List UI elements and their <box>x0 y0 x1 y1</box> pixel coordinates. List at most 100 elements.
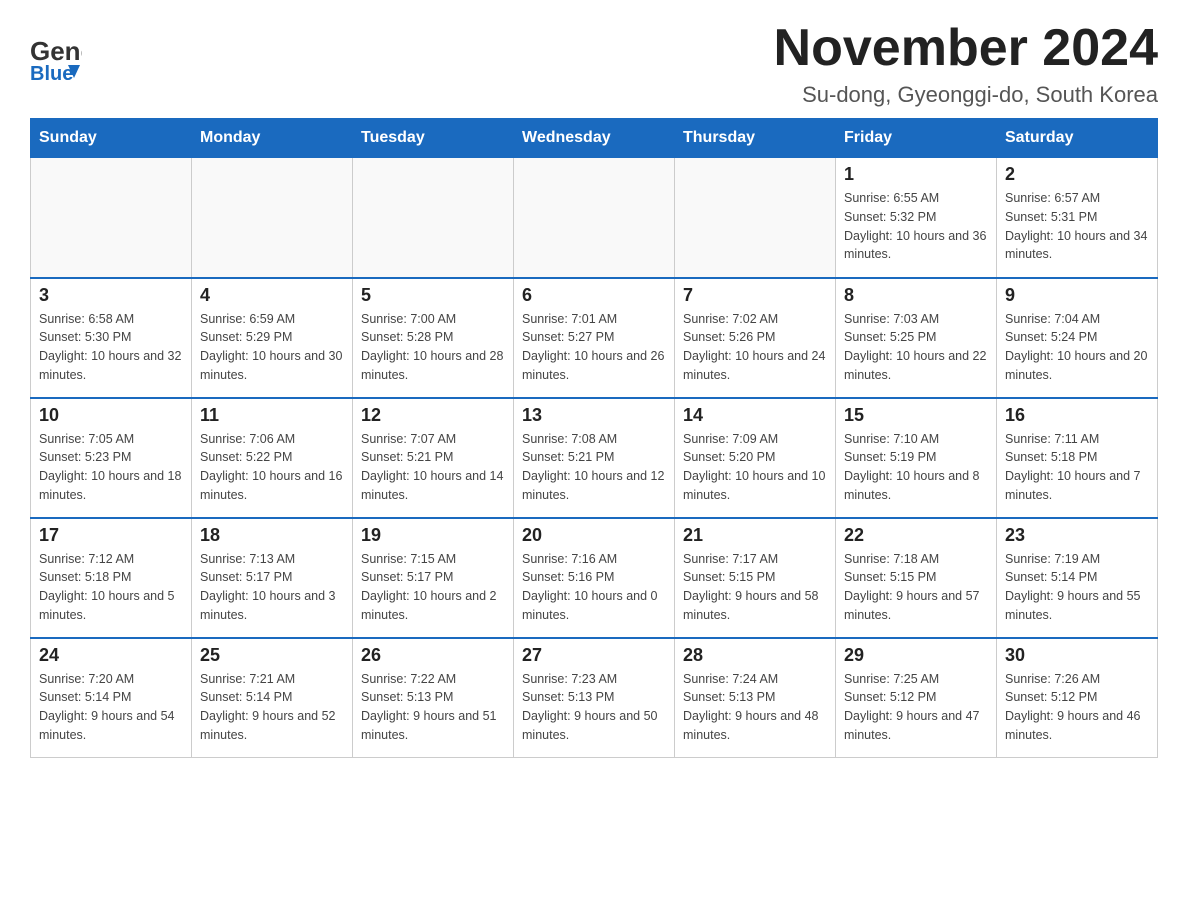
day-info: Sunrise: 7:04 AMSunset: 5:24 PMDaylight:… <box>1005 310 1149 385</box>
day-info: Sunrise: 7:15 AMSunset: 5:17 PMDaylight:… <box>361 550 505 625</box>
day-number: 22 <box>844 525 988 546</box>
calendar-day: 16 Sunrise: 7:11 AMSunset: 5:18 PMDayligh… <box>997 398 1158 518</box>
calendar-day <box>31 158 192 278</box>
col-saturday: Saturday <box>997 119 1158 158</box>
day-number: 1 <box>844 164 988 185</box>
day-number: 3 <box>39 285 183 306</box>
day-number: 5 <box>361 285 505 306</box>
day-number: 6 <box>522 285 666 306</box>
day-number: 4 <box>200 285 344 306</box>
day-number: 15 <box>844 405 988 426</box>
day-info: Sunrise: 7:10 AMSunset: 5:19 PMDaylight:… <box>844 430 988 505</box>
day-info: Sunrise: 7:19 AMSunset: 5:14 PMDaylight:… <box>1005 550 1149 625</box>
day-info: Sunrise: 7:16 AMSunset: 5:16 PMDaylight:… <box>522 550 666 625</box>
main-title: November 2024 <box>774 20 1158 77</box>
day-info: Sunrise: 7:11 AMSunset: 5:18 PMDaylight:… <box>1005 430 1149 505</box>
day-info: Sunrise: 7:21 AMSunset: 5:14 PMDaylight:… <box>200 670 344 745</box>
day-info: Sunrise: 7:07 AMSunset: 5:21 PMDaylight:… <box>361 430 505 505</box>
day-info: Sunrise: 7:02 AMSunset: 5:26 PMDaylight:… <box>683 310 827 385</box>
calendar-week-2: 3Sunrise: 6:58 AMSunset: 5:30 PMDaylight… <box>31 278 1158 398</box>
day-info: Sunrise: 7:20 AMSunset: 5:14 PMDaylight:… <box>39 670 183 745</box>
day-number: 7 <box>683 285 827 306</box>
svg-text:General: General <box>30 36 82 66</box>
day-info: Sunrise: 7:12 AMSunset: 5:18 PMDaylight:… <box>39 550 183 625</box>
day-number: 27 <box>522 645 666 666</box>
day-info: Sunrise: 7:13 AMSunset: 5:17 PMDaylight:… <box>200 550 344 625</box>
col-monday: Monday <box>192 119 353 158</box>
calendar-day: 2 Sunrise: 6:57 AMSunset: 5:31 PMDaylight… <box>997 158 1158 278</box>
calendar-day: 28 Sunrise: 7:24 AMSunset: 5:13 PMDayligh… <box>675 638 836 758</box>
day-info: Sunrise: 7:24 AMSunset: 5:13 PMDaylight:… <box>683 670 827 745</box>
calendar-day: 8 Sunrise: 7:03 AMSunset: 5:25 PMDaylight… <box>836 278 997 398</box>
calendar-day <box>353 158 514 278</box>
title-section: November 2024 Su-dong, Gyeonggi-do, Sout… <box>774 20 1158 108</box>
day-number: 23 <box>1005 525 1149 546</box>
calendar-day: 27 Sunrise: 7:23 AMSunset: 5:13 PMDayligh… <box>514 638 675 758</box>
day-number: 26 <box>361 645 505 666</box>
day-number: 10 <box>39 405 183 426</box>
calendar-day: 3Sunrise: 6:58 AMSunset: 5:30 PMDaylight… <box>31 278 192 398</box>
day-number: 30 <box>1005 645 1149 666</box>
day-number: 24 <box>39 645 183 666</box>
day-info: Sunrise: 6:55 AMSunset: 5:32 PMDaylight:… <box>844 189 988 264</box>
calendar-day: 10 Sunrise: 7:05 AMSunset: 5:23 PMDayligh… <box>31 398 192 518</box>
col-sunday: Sunday <box>31 119 192 158</box>
calendar-day: 7 Sunrise: 7:02 AMSunset: 5:26 PMDaylight… <box>675 278 836 398</box>
day-info: Sunrise: 7:17 AMSunset: 5:15 PMDaylight:… <box>683 550 827 625</box>
day-info: Sunrise: 7:18 AMSunset: 5:15 PMDaylight:… <box>844 550 988 625</box>
day-number: 17 <box>39 525 183 546</box>
calendar-day: 23 Sunrise: 7:19 AMSunset: 5:14 PMDayligh… <box>997 518 1158 638</box>
calendar-day: 19 Sunrise: 7:15 AMSunset: 5:17 PMDayligh… <box>353 518 514 638</box>
day-info: Sunrise: 7:23 AMSunset: 5:13 PMDaylight:… <box>522 670 666 745</box>
logo: General Blue <box>30 30 82 82</box>
day-number: 2 <box>1005 164 1149 185</box>
day-number: 9 <box>1005 285 1149 306</box>
calendar-day: 18 Sunrise: 7:13 AMSunset: 5:17 PMDayligh… <box>192 518 353 638</box>
logo-icon: General Blue <box>30 30 82 82</box>
svg-text:Blue: Blue <box>30 63 73 82</box>
col-thursday: Thursday <box>675 119 836 158</box>
day-number: 8 <box>844 285 988 306</box>
calendar-day: 5 Sunrise: 7:00 AMSunset: 5:28 PMDaylight… <box>353 278 514 398</box>
day-info: Sunrise: 7:09 AMSunset: 5:20 PMDaylight:… <box>683 430 827 505</box>
calendar-table: Sunday Monday Tuesday Wednesday Thursday… <box>30 118 1158 758</box>
calendar-week-3: 10 Sunrise: 7:05 AMSunset: 5:23 PMDayligh… <box>31 398 1158 518</box>
calendar-day: 21Sunrise: 7:17 AMSunset: 5:15 PMDayligh… <box>675 518 836 638</box>
calendar-day: 25 Sunrise: 7:21 AMSunset: 5:14 PMDayligh… <box>192 638 353 758</box>
calendar-day: 9 Sunrise: 7:04 AMSunset: 5:24 PMDaylight… <box>997 278 1158 398</box>
day-number: 19 <box>361 525 505 546</box>
calendar-week-5: 24 Sunrise: 7:20 AMSunset: 5:14 PMDayligh… <box>31 638 1158 758</box>
day-info: Sunrise: 7:01 AMSunset: 5:27 PMDaylight:… <box>522 310 666 385</box>
calendar-day <box>675 158 836 278</box>
calendar-day: 13Sunrise: 7:08 AMSunset: 5:21 PMDayligh… <box>514 398 675 518</box>
calendar-day: 14 Sunrise: 7:09 AMSunset: 5:20 PMDayligh… <box>675 398 836 518</box>
day-number: 25 <box>200 645 344 666</box>
day-info: Sunrise: 7:05 AMSunset: 5:23 PMDaylight:… <box>39 430 183 505</box>
day-number: 14 <box>683 405 827 426</box>
calendar-day: 6 Sunrise: 7:01 AMSunset: 5:27 PMDaylight… <box>514 278 675 398</box>
calendar-day: 24 Sunrise: 7:20 AMSunset: 5:14 PMDayligh… <box>31 638 192 758</box>
subtitle: Su-dong, Gyeonggi-do, South Korea <box>774 82 1158 108</box>
day-number: 18 <box>200 525 344 546</box>
calendar-day: 17 Sunrise: 7:12 AMSunset: 5:18 PMDayligh… <box>31 518 192 638</box>
calendar-day: 26 Sunrise: 7:22 AMSunset: 5:13 PMDayligh… <box>353 638 514 758</box>
calendar-day: 15 Sunrise: 7:10 AMSunset: 5:19 PMDayligh… <box>836 398 997 518</box>
calendar-week-4: 17 Sunrise: 7:12 AMSunset: 5:18 PMDayligh… <box>31 518 1158 638</box>
calendar-day: 4Sunrise: 6:59 AMSunset: 5:29 PMDaylight… <box>192 278 353 398</box>
calendar-week-1: 1 Sunrise: 6:55 AMSunset: 5:32 PMDaylight… <box>31 158 1158 278</box>
col-friday: Friday <box>836 119 997 158</box>
day-info: Sunrise: 6:57 AMSunset: 5:31 PMDaylight:… <box>1005 189 1149 264</box>
calendar-day: 11Sunrise: 7:06 AMSunset: 5:22 PMDayligh… <box>192 398 353 518</box>
day-info: Sunrise: 7:00 AMSunset: 5:28 PMDaylight:… <box>361 310 505 385</box>
day-info: Sunrise: 7:25 AMSunset: 5:12 PMDaylight:… <box>844 670 988 745</box>
page-header: General Blue November 2024 Su-dong, Gyeo… <box>30 20 1158 108</box>
day-number: 20 <box>522 525 666 546</box>
day-info: Sunrise: 7:26 AMSunset: 5:12 PMDaylight:… <box>1005 670 1149 745</box>
calendar-day: 22 Sunrise: 7:18 AMSunset: 5:15 PMDayligh… <box>836 518 997 638</box>
col-wednesday: Wednesday <box>514 119 675 158</box>
day-info: Sunrise: 7:03 AMSunset: 5:25 PMDaylight:… <box>844 310 988 385</box>
col-tuesday: Tuesday <box>353 119 514 158</box>
day-info: Sunrise: 7:22 AMSunset: 5:13 PMDaylight:… <box>361 670 505 745</box>
day-number: 28 <box>683 645 827 666</box>
day-number: 16 <box>1005 405 1149 426</box>
